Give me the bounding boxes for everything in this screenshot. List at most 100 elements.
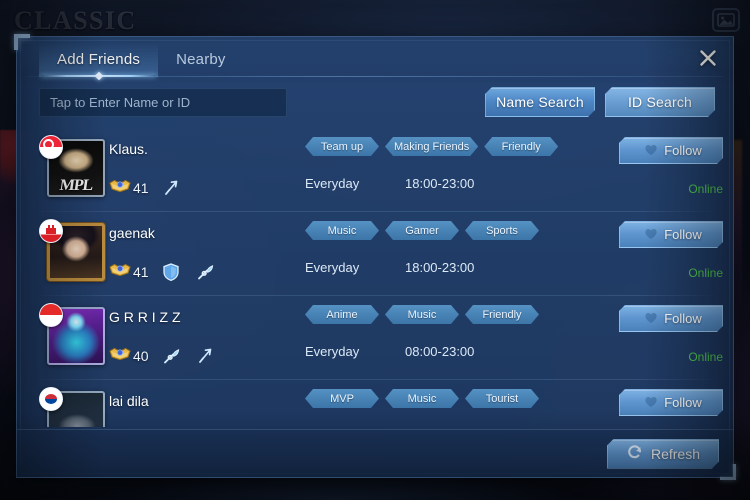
name-search-button[interactable]: Name Search — [485, 87, 595, 117]
friend-info: lai dila — [109, 387, 305, 427]
follow-label: Follow — [664, 395, 702, 410]
interest-tag[interactable]: Music — [385, 389, 459, 408]
interest-tag[interactable]: Sports — [465, 221, 539, 240]
friend-row[interactable]: gaenak 41 Music Gamer Sports Everyday 18:0… — [39, 211, 723, 295]
heart-icon — [644, 311, 658, 327]
dialog-footer: Refresh — [17, 429, 733, 477]
interest-tag[interactable]: Friendly — [484, 137, 558, 156]
refresh-icon — [626, 444, 643, 463]
refresh-button[interactable]: Refresh — [607, 439, 719, 469]
tab-add-friends[interactable]: Add Friends — [39, 43, 159, 81]
interest-tag[interactable]: MVP — [305, 389, 379, 408]
friend-name: gaenak — [109, 225, 155, 241]
avatar[interactable] — [39, 387, 109, 427]
tank-icon — [159, 260, 183, 284]
follow-button[interactable]: Follow — [619, 137, 723, 164]
tag-group: Anime Music Friendly — [305, 305, 603, 324]
heart-icon — [644, 143, 658, 159]
interest-tag[interactable]: Music — [385, 305, 459, 324]
player-level: 40 — [109, 346, 149, 367]
friend-actions: Follow Online — [603, 219, 723, 280]
tag-group: Music Gamer Sports — [305, 221, 603, 240]
tag-group: Team up Making Friends Friendly — [305, 137, 603, 156]
friend-actions: Follow Online — [603, 303, 723, 364]
friend-meta: 41 — [109, 260, 305, 284]
add-friends-dialog: Add Friends Nearby Name Search ID Search — [14, 34, 736, 480]
heart-icon — [644, 395, 658, 411]
friend-row[interactable]: Klaus. 41 Team up Making Friends Friendly … — [39, 127, 723, 211]
status-badge: Online — [688, 266, 723, 280]
image-icon[interactable] — [712, 8, 740, 32]
friend-actions: Follow Online — [603, 135, 723, 196]
level-value: 41 — [133, 264, 149, 280]
country-flag-icon — [39, 387, 63, 411]
level-value: 41 — [133, 180, 149, 196]
follow-label: Follow — [664, 227, 702, 242]
header-divider — [27, 76, 723, 77]
support-icon — [159, 344, 183, 368]
friend-name: G R R I Z Z — [109, 309, 181, 325]
availability: Everyday 18:00-23:00 — [305, 176, 603, 191]
tab-add-friends-label: Add Friends — [57, 51, 141, 68]
dialog-header: Add Friends Nearby — [17, 37, 733, 81]
id-search-button[interactable]: ID Search — [605, 87, 715, 117]
friend-meta: 41 — [109, 176, 305, 200]
follow-label: Follow — [664, 311, 702, 326]
follow-button[interactable]: Follow — [619, 389, 723, 416]
availability-day: Everyday — [305, 176, 360, 191]
country-flag-icon — [39, 303, 63, 327]
friend-tags-schedule: MVP Music Tourist — [305, 387, 603, 408]
search-bar: Name Search ID Search — [17, 77, 733, 125]
close-icon[interactable] — [693, 43, 723, 73]
friend-list[interactable]: Klaus. 41 Team up Making Friends Friendly … — [39, 127, 723, 427]
interest-tag[interactable]: Team up — [305, 137, 379, 156]
level-value: 40 — [133, 348, 149, 364]
follow-button[interactable]: Follow — [619, 305, 723, 332]
refresh-label: Refresh — [650, 445, 701, 462]
country-flag-icon — [39, 219, 63, 243]
level-badge-icon — [109, 178, 131, 199]
tab-nearby[interactable]: Nearby — [158, 43, 244, 77]
interest-tag[interactable]: Making Friends — [385, 137, 478, 156]
marksman-icon — [193, 344, 217, 368]
interest-tag[interactable]: Tourist — [465, 389, 539, 408]
avatar[interactable] — [39, 219, 109, 285]
marksman-icon — [159, 176, 183, 200]
availability: Everyday 18:00-23:00 — [305, 260, 603, 275]
availability: Everyday 08:00-23:00 — [305, 344, 603, 359]
player-level: 41 — [109, 178, 149, 199]
friend-meta: 40 — [109, 344, 305, 368]
player-level: 41 — [109, 262, 149, 283]
country-flag-icon — [39, 135, 63, 159]
search-input[interactable] — [39, 87, 287, 117]
status-badge: Online — [688, 182, 723, 196]
friend-tags-schedule: Music Gamer Sports Everyday 18:00-23:00 — [305, 219, 603, 275]
heart-icon — [644, 227, 658, 243]
interest-tag[interactable]: Gamer — [385, 221, 459, 240]
follow-button[interactable]: Follow — [619, 221, 723, 248]
availability-time: 08:00-23:00 — [405, 344, 475, 359]
status-badge: Online — [688, 350, 723, 364]
interest-tag[interactable]: Anime — [305, 305, 379, 324]
friend-row[interactable]: G R R I Z Z 40 Anime Music Friendly Everyd… — [39, 295, 723, 379]
friend-info: G R R I Z Z 40 — [109, 303, 305, 368]
friend-tags-schedule: Team up Making Friends Friendly Everyday 1… — [305, 135, 603, 191]
interest-tag[interactable]: Friendly — [465, 305, 539, 324]
friend-row[interactable]: lai dila MVP Music Tourist Follow — [39, 379, 723, 427]
avatar[interactable] — [39, 303, 109, 369]
availability-day: Everyday — [305, 344, 360, 359]
game-mode-title: CLASSIC — [14, 6, 137, 35]
friend-info: Klaus. 41 — [109, 135, 305, 200]
availability-day: Everyday — [305, 260, 360, 275]
friend-actions: Follow — [603, 387, 723, 416]
level-badge-icon — [109, 346, 131, 367]
friend-info: gaenak 41 — [109, 219, 305, 284]
friend-name: lai dila — [109, 393, 149, 409]
friend-name: Klaus. — [109, 141, 148, 157]
interest-tag[interactable]: Music — [305, 221, 379, 240]
support-icon — [193, 260, 217, 284]
level-badge-icon — [109, 262, 131, 283]
avatar[interactable] — [39, 135, 109, 201]
availability-time: 18:00-23:00 — [405, 260, 475, 275]
tab-nearby-label: Nearby — [176, 51, 226, 68]
